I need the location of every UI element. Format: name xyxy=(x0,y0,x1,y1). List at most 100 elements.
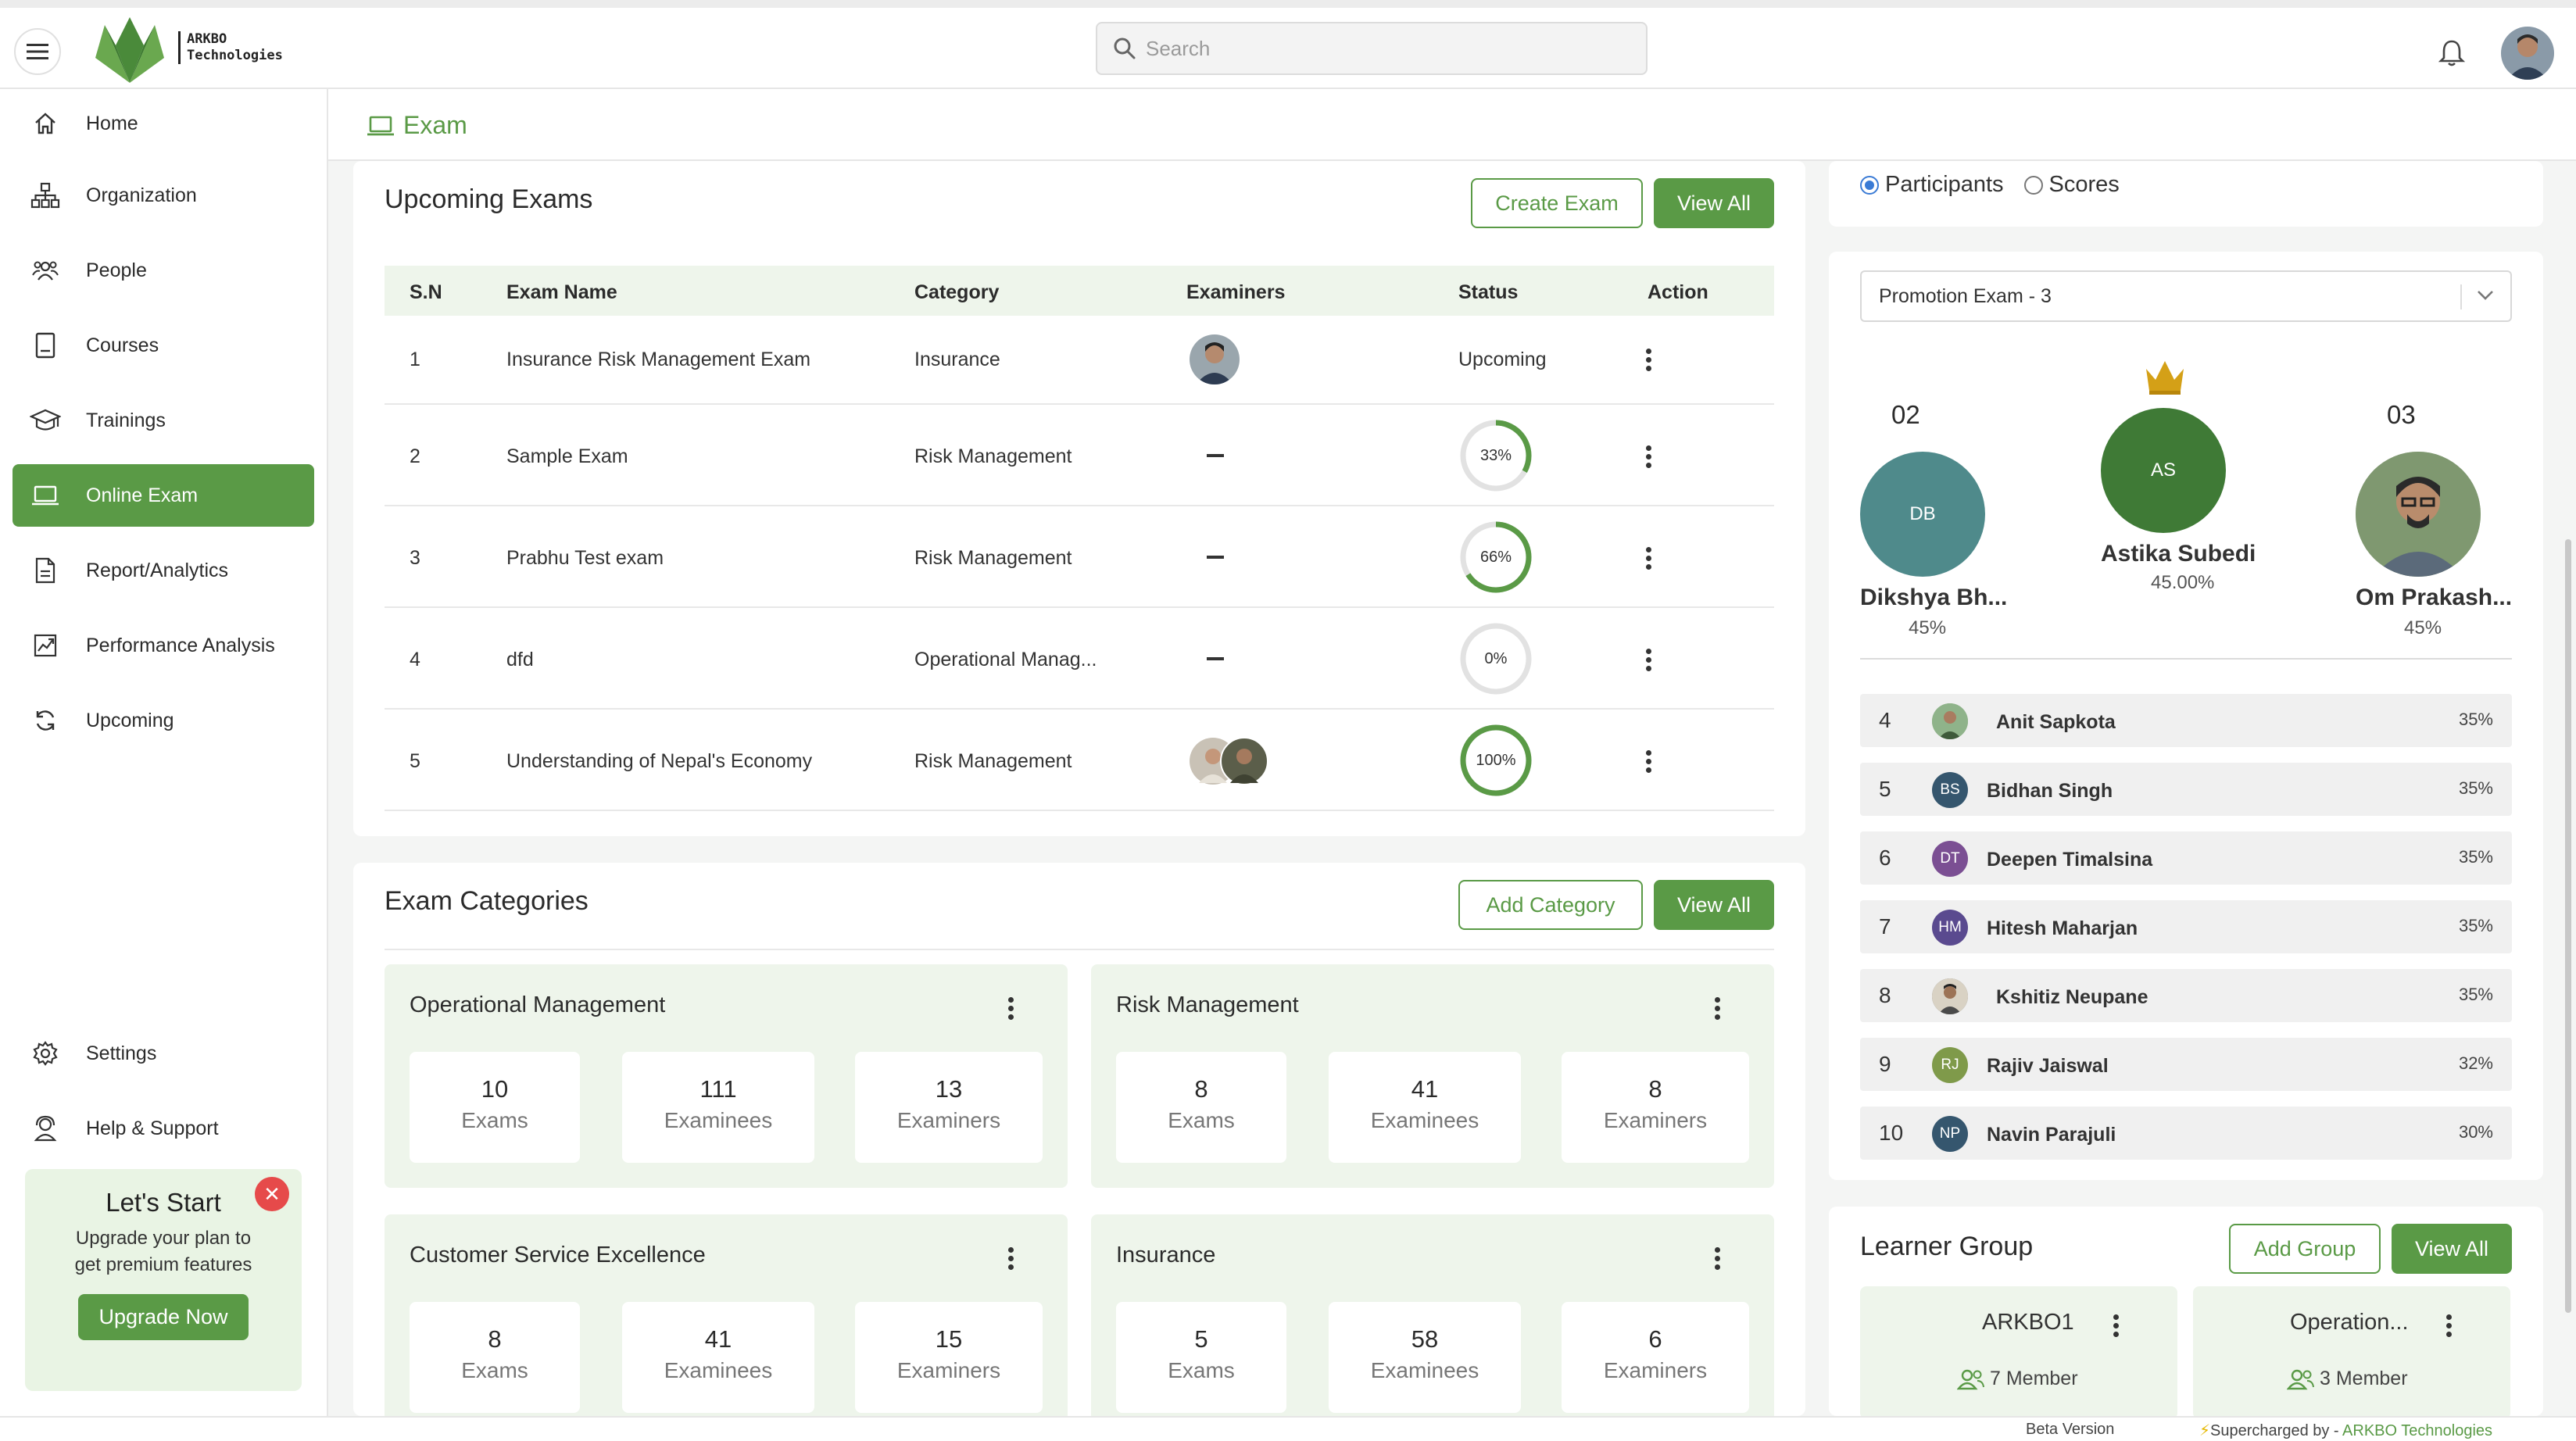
view-all-categories-button[interactable]: View All xyxy=(1654,880,1774,930)
leaderboard-row[interactable]: 8 Kshitiz Neupane 35% xyxy=(1860,969,2512,1022)
top-bar: ARKBO Technologies xyxy=(0,0,2576,89)
page-scrollbar[interactable] xyxy=(2565,539,2571,1313)
view-all-exams-button[interactable]: View All xyxy=(1654,178,1774,228)
name-third: Om Prakash... xyxy=(2356,585,2513,610)
row-actions-button[interactable] xyxy=(1646,442,1654,471)
table-row[interactable]: 5 Understanding of Nepal's Economy Risk … xyxy=(385,710,1774,811)
col-category: Category xyxy=(914,281,1000,303)
report-icon xyxy=(30,555,61,586)
progress-ring: 66% xyxy=(1458,520,1533,595)
upgrade-card: ✕ Let's Start Upgrade your plan to get pr… xyxy=(25,1169,302,1391)
sidebar-item-courses[interactable]: Courses xyxy=(13,314,314,377)
sidebar-item-home[interactable]: Home xyxy=(13,92,314,155)
user-avatar[interactable] xyxy=(2501,27,2554,80)
page-title: Exam xyxy=(366,111,467,140)
sidebar-item-report-analytics[interactable]: Report/Analytics xyxy=(13,539,314,602)
logo-text: ARKBO Technologies xyxy=(178,31,283,64)
sidebar-item-online-exam[interactable]: Online Exam xyxy=(13,464,314,527)
search-input[interactable] xyxy=(1146,36,1615,61)
row-actions-button[interactable] xyxy=(1646,645,1654,674)
participants-label: Participants xyxy=(1885,172,2004,197)
row-actions-button[interactable] xyxy=(1646,747,1654,776)
table-row[interactable]: 4 dfd Operational Manag... 0% xyxy=(385,608,1774,710)
category-actions-button[interactable] xyxy=(1715,994,1723,1023)
leaderboard-row[interactable]: 9 RJ Rajiv Jaiswal 32% xyxy=(1860,1038,2512,1091)
company-logo[interactable] xyxy=(91,14,169,86)
rank-second: 02 xyxy=(1891,400,1920,429)
upcoming-exams-title: Upcoming Exams xyxy=(385,184,593,214)
category-card[interactable]: Customer Service Excellence 8 Exams 41 Exa… xyxy=(385,1214,1068,1438)
sidebar-item-people[interactable]: People xyxy=(13,239,314,302)
exam-select[interactable]: Promotion Exam - 3 xyxy=(1860,270,2512,322)
group-actions-button[interactable] xyxy=(2446,1311,2454,1340)
chart-icon xyxy=(30,630,61,661)
col-sn: S.N xyxy=(410,281,442,303)
no-examiner-dash xyxy=(1207,657,1224,660)
sidebar-item-settings[interactable]: Settings xyxy=(13,1022,314,1085)
add-category-button[interactable]: Add Category xyxy=(1458,880,1643,930)
col-action: Action xyxy=(1648,281,1708,303)
col-status: Status xyxy=(1458,281,1519,303)
close-upgrade-button[interactable]: ✕ xyxy=(255,1177,289,1211)
table-row[interactable]: 1 Insurance Risk Management Exam Insuran… xyxy=(385,316,1774,405)
name-second: Dikshya Bh... xyxy=(1860,585,2008,610)
category-actions-button[interactable] xyxy=(1715,1244,1723,1273)
company-link[interactable]: ARKBO Technologies xyxy=(2342,1422,2492,1439)
row-actions-button[interactable] xyxy=(1646,544,1654,573)
no-examiner-dash xyxy=(1207,454,1224,457)
table-row[interactable]: 3 Prabhu Test exam Risk Management 66% xyxy=(385,506,1774,608)
sidebar-item-help-support[interactable]: Help & Support xyxy=(13,1097,314,1160)
stat-examiners: 6 Examiners xyxy=(1562,1302,1749,1413)
sidebar-item-organization[interactable]: Organization xyxy=(13,164,314,227)
upgrade-now-button[interactable]: Upgrade Now xyxy=(78,1294,249,1340)
leaderboard-row[interactable]: 7 HM Hitesh Maharjan 35% xyxy=(1860,900,2512,953)
sidebar-item-upcoming[interactable]: Upcoming xyxy=(13,689,314,752)
search-box[interactable] xyxy=(1096,22,1648,75)
view-all-groups-button[interactable]: View All xyxy=(2392,1224,2512,1274)
col-examiners: Examiners xyxy=(1186,281,1286,303)
scores-radio[interactable] xyxy=(2023,175,2043,195)
leaderboard-row[interactable]: 5 BS Bidhan Singh 35% xyxy=(1860,763,2512,816)
category-card[interactable]: Operational Management 10 Exams 111 Examin… xyxy=(385,964,1068,1188)
view-toggle: Participants Scores xyxy=(1860,172,2120,198)
sidebar-item-trainings[interactable]: Trainings xyxy=(13,389,314,452)
leaderboard-row[interactable]: 10 NP Navin Parajuli 30% xyxy=(1860,1107,2512,1160)
notification-bell-button[interactable] xyxy=(2438,39,2465,67)
avatar-second[interactable]: DB xyxy=(1860,452,1985,577)
users-icon xyxy=(1957,1369,1984,1389)
stat-examiners: 13 Examiners xyxy=(855,1052,1043,1163)
leaderboard-row[interactable]: 4 Anit Sapkota 35% xyxy=(1860,694,2512,747)
avatar-first[interactable]: AS xyxy=(2101,408,2226,533)
stat-examinees: 41 Examinees xyxy=(1329,1052,1521,1163)
avatar: BS xyxy=(1932,772,1968,808)
pct-second: 45% xyxy=(1909,617,1947,638)
add-group-button[interactable]: Add Group xyxy=(2229,1224,2381,1274)
lightning-icon: ⚡ xyxy=(2199,1422,2211,1439)
participants-radio[interactable] xyxy=(1860,175,1879,195)
category-actions-button[interactable] xyxy=(1008,1244,1016,1273)
sidebar-item-performance-analysis[interactable]: Performance Analysis xyxy=(13,614,314,677)
avatar: NP xyxy=(1932,1116,1968,1152)
graduation-cap-icon xyxy=(30,405,61,436)
learner-group-card-item[interactable]: ARKBO1 7 Member xyxy=(1860,1286,2177,1419)
hamburger-menu-button[interactable] xyxy=(14,28,61,75)
supercharged-label: ⚡Supercharged by - ARKBO Technologies xyxy=(2199,1422,2493,1439)
people-icon xyxy=(30,255,61,286)
gear-icon xyxy=(30,1038,61,1069)
leaderboard-row[interactable]: 6 DT Deepen Timalsina 35% xyxy=(1860,831,2512,885)
group-actions-button[interactable] xyxy=(2113,1311,2121,1340)
category-card[interactable]: Risk Management 8 Exams 41 Examinees 8 Exam… xyxy=(1091,964,1774,1188)
examiner-avatar-group xyxy=(1190,736,1274,786)
row-actions-button[interactable] xyxy=(1646,345,1654,374)
stat-exams: 10 Exams xyxy=(410,1052,580,1163)
category-actions-button[interactable] xyxy=(1008,994,1016,1023)
table-row[interactable]: 2 Sample Exam Risk Management 33% xyxy=(385,405,1774,506)
category-card[interactable]: Insurance 5 Exams 58 Examinees 6 Examiners xyxy=(1091,1214,1774,1438)
create-exam-button[interactable]: Create Exam xyxy=(1471,178,1643,228)
avatar-third[interactable] xyxy=(2356,452,2481,577)
exam-categories-card: Exam Categories Add Category View All Op… xyxy=(353,863,1805,1438)
learner-group-card-item[interactable]: Operation... 3 Member xyxy=(2193,1286,2510,1419)
upcoming-exams-card: Upcoming Exams Create Exam View All S.N … xyxy=(353,161,1805,836)
learner-group-title: Learner Group xyxy=(1860,1232,2034,1261)
chevron-down-icon xyxy=(2478,291,2493,300)
